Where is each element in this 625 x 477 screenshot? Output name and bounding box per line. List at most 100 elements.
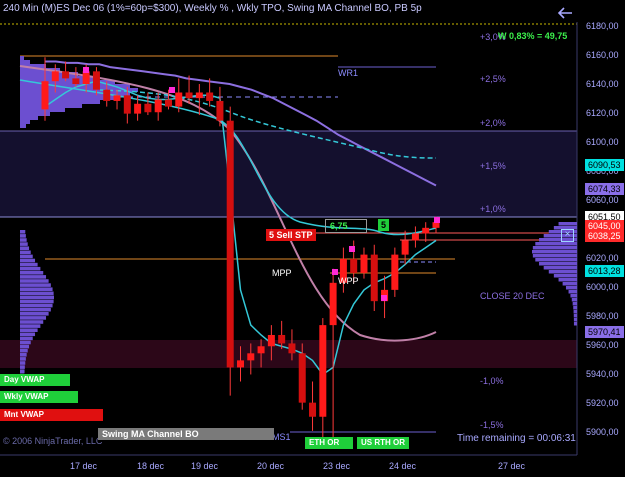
arrow-left-icon[interactable] [556,5,574,21]
tpo-bar-left-30 [20,353,27,357]
tpo-bar-weekly-17 [20,124,26,128]
tpo-bar-left-13 [20,283,51,287]
time-tick-3: 20 dec [257,461,285,471]
candle-body-28 [329,282,337,326]
copyright: © 2006 NinjaTrader, LLC [3,436,103,446]
tpo-bar-left-0 [20,230,26,234]
wkly-vwap-button[interactable]: Wkly VWAP [0,391,78,403]
tpo-bar-right-19 [571,298,577,302]
candle-body-35 [401,240,409,255]
tpo-bar-right-16 [565,286,577,290]
tpo-bar-left-33 [20,365,25,369]
tpo-bar-right-21 [573,306,577,310]
price-tick-14: 5900,00 [586,427,619,437]
day-vwap-button[interactable]: Day VWAP [0,374,70,386]
tpo-bar-left-14 [20,287,53,291]
tpo-bar-left-17 [20,299,54,304]
candle-body-24 [288,343,296,354]
tpo-bar-left-5 [20,250,31,255]
candle-body-15 [195,92,203,99]
price-highlight-1: 6074,33 [585,183,624,195]
tpo-bar-left-18 [20,303,53,308]
tpo-bar-left-3 [20,242,28,246]
time-tick-2: 19 dec [191,461,219,471]
candle-body-0 [41,81,49,110]
signal-dot-4 [381,295,387,301]
candle-body-8 [123,95,131,114]
weekly-change: W 0,83% = 49,75 [498,31,568,41]
price-tick-0: 6180,00 [586,21,619,31]
time-tick-4: 23 dec [323,461,351,471]
chart-window: 240 Min (M)ES Dec 06 (1%=60p=$300), Week… [0,0,625,477]
tpo-bar-left-28 [20,344,30,349]
candle-body-31 [360,254,368,273]
time-remaining: Time remaining = 00:06:31 [457,433,576,444]
percent-level-minus-1-5: -1,5% [480,420,504,430]
price-tick-10: 5980,00 [586,311,619,321]
tpo-bar-right-18 [570,294,577,298]
wr1-label: WR1 [338,68,358,78]
tpo-bar-right-11 [543,266,577,270]
tpo-bar-right-17 [568,290,577,294]
tpo-bar-weekly-11 [20,100,100,104]
tpo-bar-left-1 [20,234,26,238]
tpo-bar-weekly-1 [20,60,30,64]
tpo-bar-left-4 [20,246,30,250]
price-tick-4: 6100,00 [586,137,619,147]
percent-level-1-5: +1,5% [480,161,506,171]
signal-dot-5 [434,217,440,223]
tpo-bar-right-23 [573,314,577,318]
tpo-bar-right-6 [532,246,577,250]
eth-or-button[interactable]: ETH OR [305,437,353,449]
tpo-bar-left-8 [20,262,38,267]
tpo-bar-weekly-10 [20,96,115,100]
candle-body-37 [422,227,430,234]
tpo-bar-weekly-12 [20,104,82,108]
tpo-bar-weekly-16 [20,120,30,124]
us-rth-or-button[interactable]: US RTH OR [357,437,409,449]
swing-channel-button[interactable]: Swing MA Channel BO [98,428,274,440]
signal-dot-2 [332,269,338,275]
tpo-bar-left-34 [20,369,25,373]
signal-dot-1 [169,87,175,93]
close-order-icon[interactable]: × [561,229,574,242]
candle-body-6 [103,89,111,101]
signal-dot-3 [349,246,355,252]
tpo-bar-right-24 [573,318,577,322]
order-qty-value[interactable]: 6,75 [325,219,367,233]
candle-body-36 [411,233,419,241]
candle-body-38 [432,222,440,228]
price-highlight-0: 6090,53 [585,159,624,171]
mnt-vwap-button[interactable]: Mnt VWAP [0,409,103,421]
tpo-bar-left-7 [20,258,36,263]
price-tick-2: 6140,00 [586,79,619,89]
candle-body-16 [206,92,214,101]
candle-body-19 [237,360,244,368]
tpo-bar-left-16 [20,295,54,300]
tpo-bar-left-10 [20,271,44,275]
tpo-bar-right-5 [535,242,577,246]
candle-body-23 [278,334,286,344]
tpo-bar-left-25 [20,332,36,337]
wpp-label: WPP [338,276,359,286]
tpo-bar-right-15 [562,282,577,286]
tpo-bar-weekly-0 [20,56,24,60]
price-tick-1: 6160,00 [586,50,619,60]
tpo-bar-left-24 [20,328,38,332]
candle-body-13 [175,92,183,107]
tpo-bar-right-10 [539,262,577,266]
tpo-bar-right-12 [548,270,577,274]
price-highlight-6: 5970,41 [585,326,624,338]
candle-body-32 [370,254,378,302]
price-tick-13: 5920,00 [586,398,619,408]
chart-title: 240 Min (M)ES Dec 06 (1%=60p=$300), Week… [3,3,422,14]
price-tick-12: 5940,00 [586,369,619,379]
candle-body-5 [92,71,100,90]
sell-stop-order[interactable]: 5 Sell STP [266,229,316,241]
candle-body-25 [298,353,306,403]
candle-body-30 [350,258,358,273]
tpo-bar-right-20 [572,302,577,306]
order-qty-count[interactable]: 5 [378,219,390,231]
tpo-bar-right-13 [553,274,577,278]
price-tick-3: 6120,00 [586,108,619,118]
